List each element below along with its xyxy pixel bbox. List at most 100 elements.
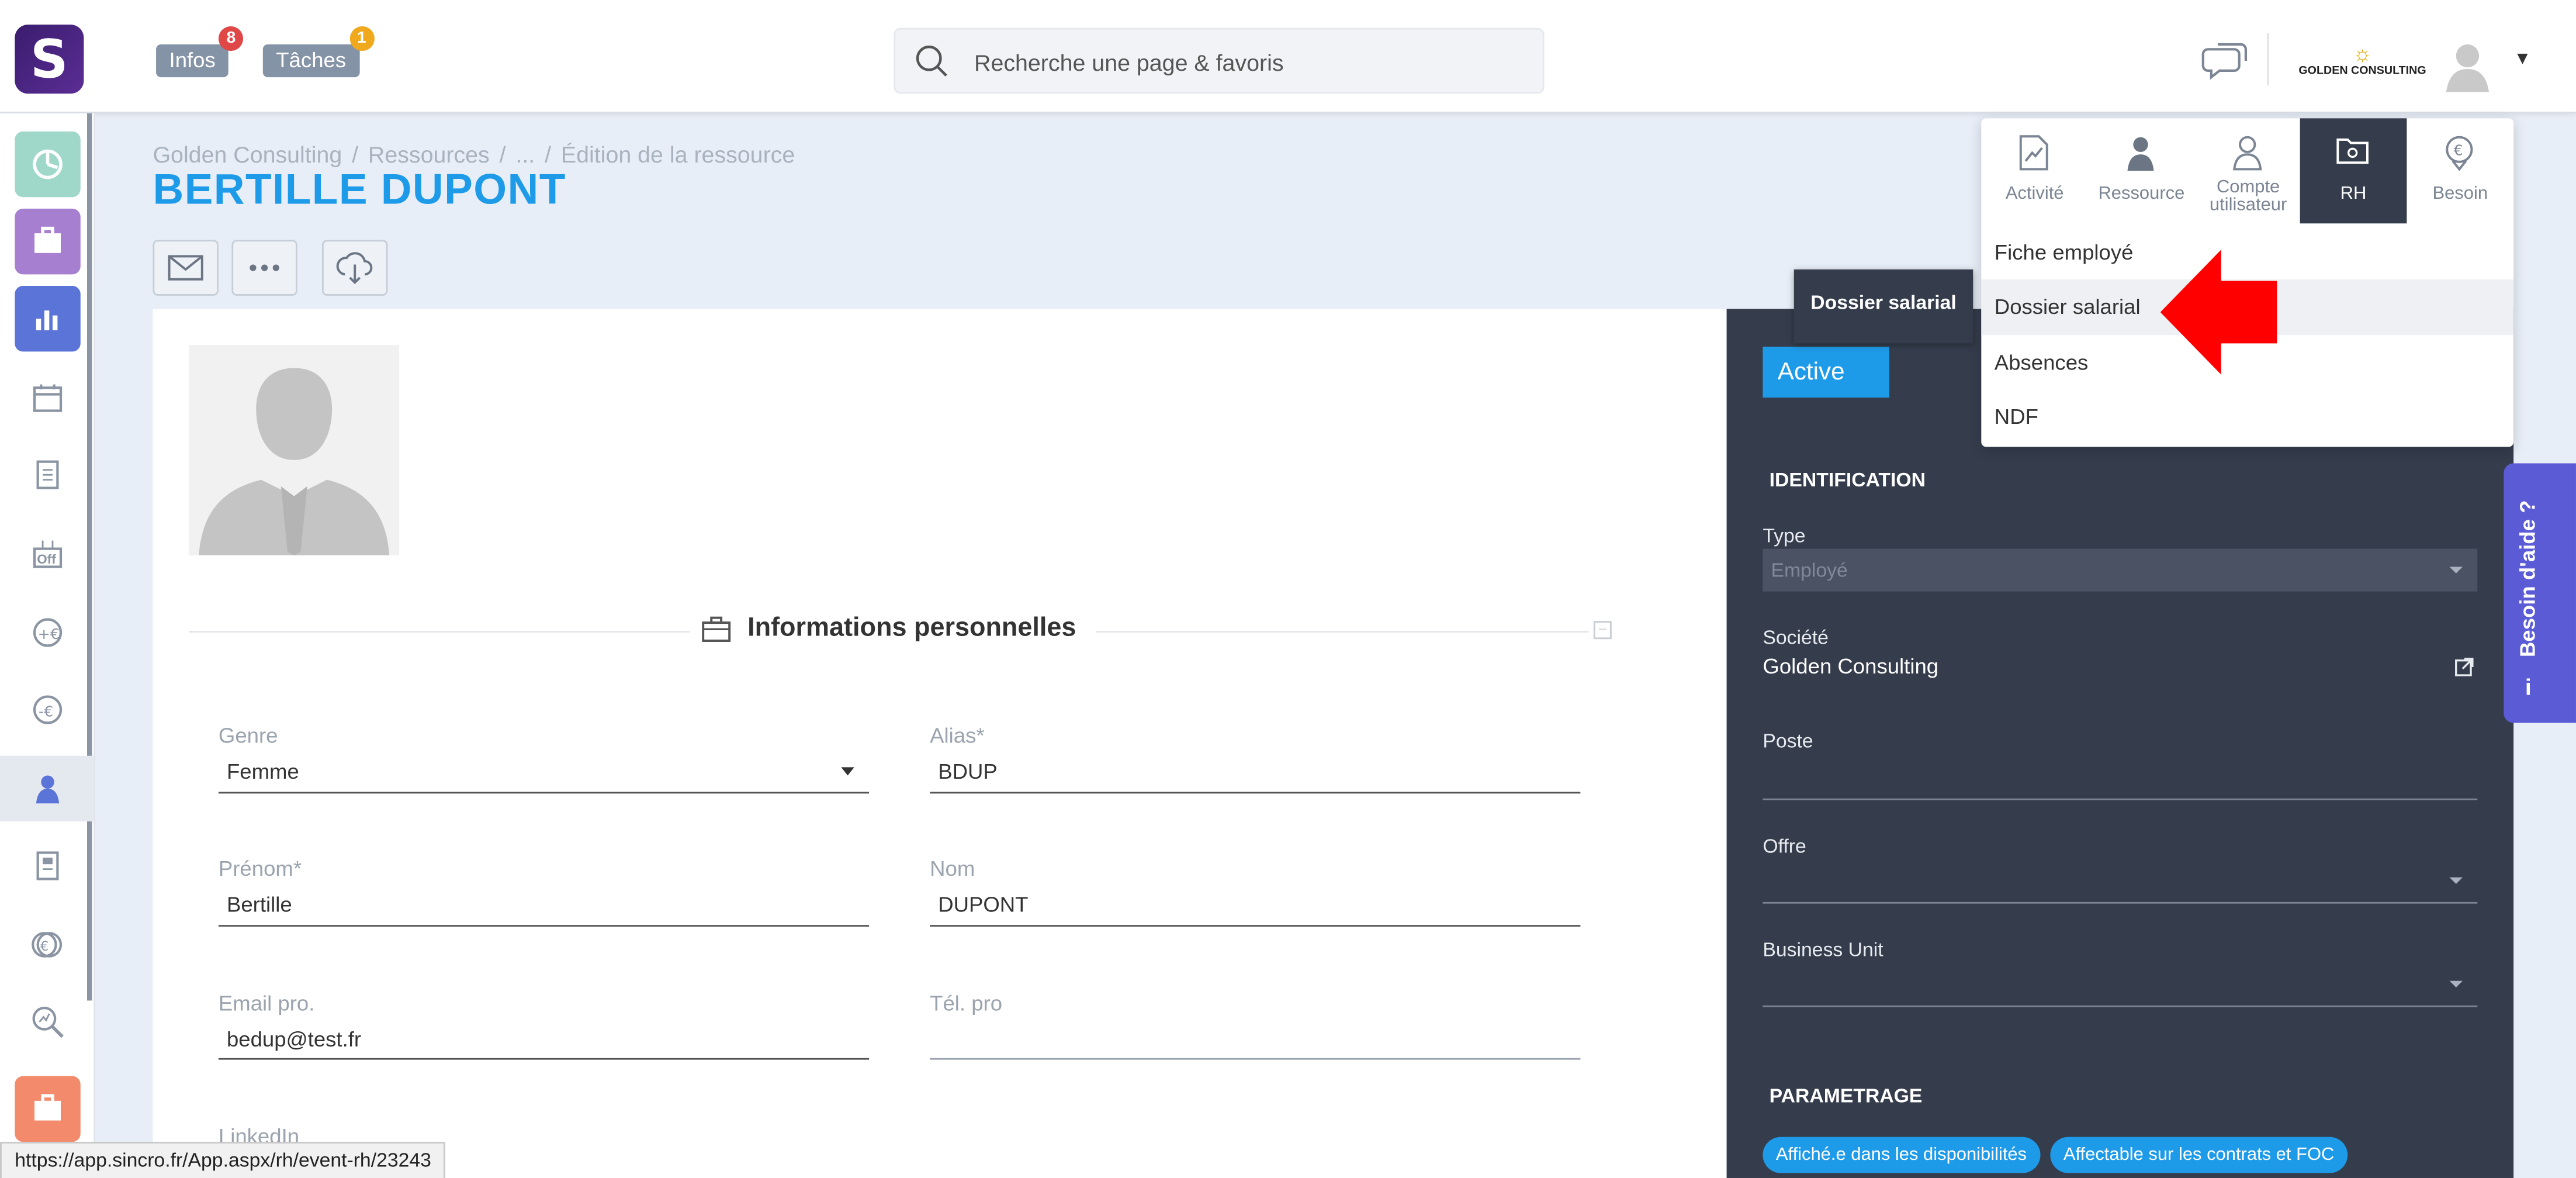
- bu-label: Business Unit: [1763, 938, 1883, 962]
- dashboard-icon: [33, 149, 63, 179]
- prenom-field[interactable]: Bertille: [227, 892, 292, 917]
- receipt-icon: [36, 851, 59, 880]
- infos-label: Infos: [169, 47, 216, 72]
- user-avatar[interactable]: [2441, 39, 2494, 92]
- help-tab-label[interactable]: Besoin d'aide ?: [2515, 427, 2540, 658]
- societe-label: Société: [1763, 626, 1829, 650]
- breadcrumb-item[interactable]: Ressources: [368, 141, 490, 168]
- menu-item-ndf[interactable]: NDF: [1981, 389, 2513, 445]
- type-select[interactable]: Employé: [1763, 548, 2478, 592]
- search-box[interactable]: [894, 27, 1545, 95]
- topbar-divider: [2267, 33, 2269, 86]
- genre-select[interactable]: Femme: [227, 759, 299, 783]
- activity-chart-icon: [2019, 135, 2048, 171]
- email-button[interactable]: [153, 240, 219, 296]
- bu-select[interactable]: [1763, 1005, 2478, 1007]
- nav-calendar[interactable]: [15, 365, 80, 430]
- nav-finance[interactable]: €: [15, 912, 80, 977]
- email-field[interactable]: bedup@test.fr: [227, 1027, 361, 1051]
- chat-icon[interactable]: [2201, 43, 2248, 82]
- nav-analytics[interactable]: [15, 989, 80, 1055]
- nav-documents[interactable]: [15, 442, 80, 507]
- briefcase-section-icon: [702, 616, 731, 642]
- info-icon: i: [2525, 673, 2532, 700]
- email-underline: [218, 1058, 870, 1060]
- nav-receipts[interactable]: [15, 833, 80, 899]
- search-icon: [916, 45, 947, 77]
- envelope-icon: [168, 255, 203, 281]
- tab-compte-utilisateur[interactable]: Compte utilisateur: [2195, 118, 2302, 223]
- company-logo[interactable]: ☼ GOLDEN CONSULTING: [2297, 41, 2428, 78]
- nav-orange[interactable]: [15, 1076, 81, 1142]
- sun-logo-icon: ☼: [2352, 41, 2373, 66]
- document-icon: [36, 460, 59, 489]
- tab-label: Besoin: [2432, 184, 2488, 204]
- tab-besoin[interactable]: € Besoin: [2407, 118, 2513, 223]
- genre-caret-icon[interactable]: [841, 767, 854, 776]
- email-label: Email pro.: [218, 990, 315, 1015]
- nav-briefcase[interactable]: [15, 208, 81, 275]
- nav-scrollbar[interactable]: [86, 113, 92, 1001]
- nav-reports[interactable]: [15, 285, 81, 352]
- infos-count-badge: 8: [219, 26, 244, 51]
- tab-ressource[interactable]: Ressource: [2088, 118, 2195, 223]
- nom-field[interactable]: DUPONT: [938, 892, 1028, 917]
- euro-pin-icon: €: [2446, 136, 2473, 171]
- infos-button[interactable]: Infos 8: [156, 26, 244, 78]
- company-name: GOLDEN CONSULTING: [2298, 65, 2426, 78]
- user-menu-caret-icon[interactable]: ▼: [2513, 49, 2532, 69]
- breadcrumb-item[interactable]: Golden Consulting: [153, 141, 342, 168]
- taches-label: Tâches: [276, 47, 347, 72]
- app-logo[interactable]: S: [15, 25, 84, 94]
- chip-affectable[interactable]: Affectable sur les contrats et FOC: [2050, 1136, 2348, 1173]
- bu-caret-icon[interactable]: [2449, 980, 2463, 987]
- tab-activite[interactable]: Activité: [1981, 118, 2088, 223]
- poste-field[interactable]: [1763, 798, 2478, 800]
- calendar-icon: [33, 384, 63, 412]
- orange-briefcase-icon: [34, 1094, 61, 1121]
- section-divider: [1096, 631, 1589, 633]
- svg-text:+€: +€: [38, 626, 60, 642]
- tab-rh[interactable]: RH: [2300, 118, 2407, 224]
- off-icon: Off: [33, 540, 63, 568]
- societe-value: Golden Consulting: [1763, 654, 1939, 679]
- breadcrumb: Golden Consulting / Ressources /... / Édition…: [153, 141, 795, 168]
- tab-label: Activité: [2005, 184, 2064, 204]
- alias-field[interactable]: BDUP: [938, 759, 998, 783]
- type-caret-icon[interactable]: [2449, 566, 2463, 574]
- more-actions-button[interactable]: [231, 240, 297, 296]
- profile-photo[interactable]: [189, 345, 400, 555]
- euro-circle-icon: €: [32, 932, 63, 958]
- external-link-icon[interactable]: [2454, 657, 2474, 677]
- nav-off[interactable]: Off: [15, 521, 80, 586]
- offre-select[interactable]: [1763, 901, 2478, 904]
- tab-label: Ressource: [2098, 184, 2185, 204]
- nav-dashboard[interactable]: [15, 131, 81, 198]
- identification-heading: IDENTIFICATION: [1769, 468, 1926, 492]
- breadcrumb-separator: /: [352, 141, 359, 168]
- nav-income[interactable]: +€: [15, 600, 80, 665]
- user-account-icon: [2233, 136, 2262, 171]
- tab-label: RH: [2340, 184, 2367, 204]
- alias-underline: [930, 792, 1581, 794]
- section-divider: [189, 631, 690, 633]
- briefcase-icon: [34, 226, 61, 253]
- offre-label: Offre: [1763, 834, 1806, 858]
- left-nav: Off +€ -€ €: [0, 113, 96, 1178]
- taches-button[interactable]: Tâches 1: [262, 26, 374, 78]
- nom-underline: [930, 925, 1581, 927]
- download-button[interactable]: [321, 240, 388, 296]
- breadcrumb-item[interactable]: ...: [515, 141, 535, 168]
- resource-person-icon: [35, 775, 58, 804]
- chip-disponibilites[interactable]: Affiché.e dans les disponibilités: [1763, 1136, 2040, 1173]
- type-label: Type: [1763, 524, 1806, 547]
- offre-caret-icon[interactable]: [2449, 877, 2463, 884]
- status-badge[interactable]: Active: [1763, 346, 1889, 398]
- nav-resources[interactable]: [0, 755, 94, 822]
- svg-text:Off: Off: [37, 552, 56, 566]
- section-collapse-icon[interactable]: –: [1593, 621, 1612, 640]
- search-input[interactable]: [971, 29, 1520, 95]
- red-arrow-annotation-icon: [2160, 250, 2277, 375]
- tooltip: Dossier salarial: [1793, 269, 1973, 344]
- nav-expense[interactable]: -€: [15, 677, 80, 742]
